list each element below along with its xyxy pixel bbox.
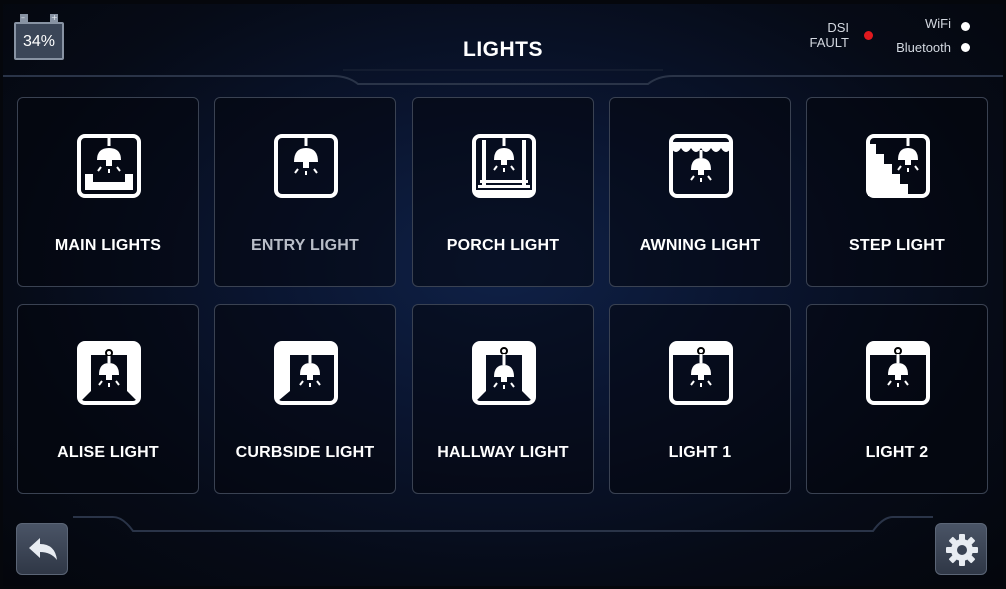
tile-label: ALISE LIGHT bbox=[57, 444, 159, 461]
tile-main-lights[interactable]: MAIN LIGHTS bbox=[17, 97, 199, 287]
back-arrow-icon bbox=[29, 538, 57, 560]
wifi-status-indicator bbox=[961, 22, 970, 31]
tile-label: AWNING LIGHT bbox=[639, 237, 761, 254]
tile-porch-light[interactable]: PORCH LIGHT bbox=[412, 97, 594, 287]
porch-light-icon bbox=[472, 134, 536, 198]
tile-awning-light[interactable]: AWNING LIGHT bbox=[609, 97, 791, 287]
tile-label: PORCH LIGHT bbox=[446, 237, 560, 254]
curbside-light-icon bbox=[274, 341, 338, 405]
bluetooth-label: Bluetooth bbox=[896, 40, 951, 55]
light-1-icon bbox=[669, 341, 733, 405]
battery-minus-sign: – bbox=[21, 13, 25, 22]
tile-curbside-light[interactable]: CURBSIDE LIGHT bbox=[214, 304, 396, 494]
awning-light-icon bbox=[669, 134, 733, 198]
tile-entry-light[interactable]: ENTRY LIGHT bbox=[214, 97, 396, 287]
back-button[interactable] bbox=[16, 523, 68, 575]
page-title: LIGHTS bbox=[463, 38, 543, 61]
dsi-fault-indicator bbox=[864, 31, 873, 40]
tile-label: STEP LIGHT bbox=[849, 237, 945, 254]
step-light-icon bbox=[866, 134, 930, 198]
tile-step-light[interactable]: STEP LIGHT bbox=[806, 97, 988, 287]
tile-label: MAIN LIGHTS bbox=[54, 237, 162, 254]
tile-label: ENTRY LIGHT bbox=[251, 237, 359, 254]
wifi-label: WiFi bbox=[925, 16, 951, 31]
dsi-fault-label: DSI FAULT bbox=[793, 20, 850, 50]
tile-light-1[interactable]: LIGHT 1 bbox=[609, 304, 791, 494]
tile-hallway-light[interactable]: HALLWAY LIGHT bbox=[412, 304, 594, 494]
battery-plus-sign: + bbox=[51, 13, 58, 22]
footer-divider bbox=[73, 516, 933, 532]
tile-label: CURBSIDE LIGHT bbox=[235, 444, 375, 461]
tile-label: LIGHT 2 bbox=[865, 444, 929, 461]
light-2-icon bbox=[866, 341, 930, 405]
tile-light-2[interactable]: LIGHT 2 bbox=[806, 304, 988, 494]
dsi-label-line2: FAULT bbox=[809, 35, 850, 50]
lights-screen: – + 34% LIGHTS DSI FAULT WiFi Bluetooth … bbox=[3, 4, 1003, 586]
battery-terminal-plus: + bbox=[50, 14, 58, 22]
main-lights-icon bbox=[77, 134, 141, 198]
tile-label: HALLWAY LIGHT bbox=[437, 444, 569, 461]
entry-light-icon bbox=[274, 134, 338, 198]
dsi-label-line1: DSI bbox=[827, 20, 849, 35]
hallway-light-icon bbox=[472, 341, 536, 405]
gear-icon bbox=[946, 534, 978, 566]
bluetooth-status-indicator bbox=[961, 43, 970, 52]
tile-label: LIGHT 1 bbox=[668, 444, 732, 461]
aisle-light-icon bbox=[77, 341, 141, 405]
tile-alise-light[interactable]: ALISE LIGHT bbox=[17, 304, 199, 494]
settings-button[interactable] bbox=[935, 523, 987, 575]
battery-terminal-minus: – bbox=[20, 14, 28, 22]
